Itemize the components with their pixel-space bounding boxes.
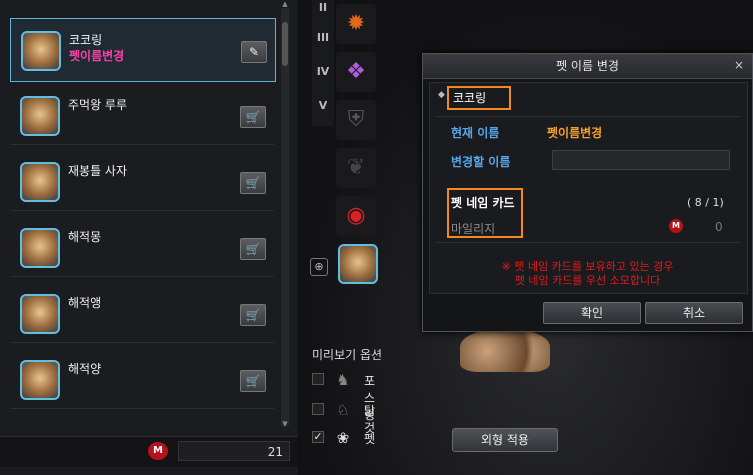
emblem-icon: ✹	[346, 11, 366, 36]
mileage-value: 0	[715, 220, 723, 234]
item-slot[interactable]: ⛨	[336, 100, 376, 140]
pet-name: 코코링	[69, 33, 103, 47]
pet-item[interactable]: 해적몽 🛒	[10, 216, 274, 277]
tier-tab[interactable]: V	[312, 94, 334, 118]
orb-icon: ◉	[346, 203, 366, 228]
cart-icon[interactable]: 🛒	[240, 106, 266, 128]
edit-icon[interactable]: ✎	[241, 41, 267, 63]
apply-appearance-button[interactable]: 외형 적용	[452, 428, 558, 452]
pet-thumbnail	[20, 360, 60, 400]
pet-thumbnail	[20, 228, 60, 268]
mount-icon: ♘	[336, 401, 350, 419]
shield-icon: ⛨	[347, 107, 365, 132]
pet-name: 해적몽	[68, 230, 102, 244]
mileage-icon: M	[148, 442, 168, 460]
new-name-input[interactable]	[552, 150, 730, 170]
tier-tab[interactable]: III	[312, 26, 334, 50]
item-slot[interactable]: ❖	[336, 52, 376, 92]
option-label: 펫	[364, 432, 376, 446]
checkbox-checked[interactable]: ✓	[312, 431, 324, 443]
pet-thumbnail	[20, 96, 60, 136]
pet-name: 해적양	[68, 362, 102, 376]
pet-name-card-count: ( 8 / 1)	[687, 196, 724, 209]
new-name-label: 변경할 이름	[451, 155, 511, 169]
divider	[435, 116, 741, 117]
pet-rename-label: 펫이름변경	[69, 49, 125, 63]
mileage-balance: 21	[178, 441, 290, 461]
pet-item[interactable]: 주먹왕 루루 🛒	[10, 84, 274, 145]
bullet-icon: ◆	[438, 90, 445, 100]
item-slot[interactable]: ❦	[336, 148, 376, 188]
pet-name: 해적앵	[68, 296, 102, 310]
confirm-button[interactable]: 확인	[543, 302, 641, 324]
pet-item[interactable]: 재봉틀 사자 🛒	[10, 150, 274, 211]
pet-name-tag: 코코링	[447, 86, 511, 110]
mileage-label: 마일리지	[451, 222, 496, 236]
dialog-title-bar: 펫 이름 변경 ×	[423, 54, 752, 79]
divider	[435, 242, 741, 243]
checkbox[interactable]	[312, 373, 324, 385]
selected-pet-slot[interactable]	[338, 244, 378, 284]
cart-icon[interactable]: 🛒	[240, 370, 266, 392]
paw-icon: ❀	[336, 429, 350, 447]
dialog-title: 펫 이름 변경	[556, 59, 619, 73]
pet-list-scrollbar[interactable]	[281, 8, 289, 426]
pet-item[interactable]: 해적앵 🛒	[10, 282, 274, 343]
tier-tab[interactable]: IV	[312, 60, 334, 84]
scroll-down-icon[interactable]: ▼	[281, 420, 289, 428]
pet-thumbnail	[20, 162, 60, 202]
pet-item[interactable]: 해적양 🛒	[10, 348, 274, 409]
item-slot[interactable]: ◉	[336, 196, 376, 236]
mileage-icon: M	[669, 219, 683, 233]
pet-name: 주먹왕 루루	[68, 98, 128, 112]
current-name-value: 펫이름변경	[547, 126, 603, 140]
pet-name-card-label: 펫 네임 카드	[451, 196, 515, 210]
figure-icon: ♞	[336, 371, 350, 389]
cart-icon[interactable]: 🛒	[240, 172, 266, 194]
preview-options-title: 미리보기 옵션	[312, 348, 383, 362]
gem-icon: ❖	[346, 59, 366, 84]
checkbox[interactable]	[312, 403, 324, 415]
tier-tab[interactable]: II	[312, 0, 334, 20]
pet-name: 재봉틀 사자	[68, 164, 128, 178]
zoom-icon[interactable]: ⊕	[310, 258, 328, 276]
cancel-button[interactable]: 취소	[645, 302, 743, 324]
pet-item-kokoring[interactable]: 코코링 펫이름변경 ✎	[10, 18, 276, 82]
pet-model-preview	[460, 330, 550, 372]
rename-pet-dialog: 펫 이름 변경 × ◆ 코코링 현재 이름 펫이름변경 변경할 이름 펫 네임 …	[422, 53, 753, 332]
notice-text: 펫 네임 카드를 우선 소모합니다	[514, 274, 661, 287]
pet-thumbnail	[21, 31, 61, 71]
cart-icon[interactable]: 🛒	[240, 238, 266, 260]
current-name-label: 현재 이름	[451, 126, 500, 140]
pet-thumbnail	[20, 294, 60, 334]
item-slot[interactable]: ✹	[336, 4, 376, 44]
cart-icon[interactable]: 🛒	[240, 304, 266, 326]
close-icon[interactable]: ×	[732, 58, 746, 72]
wings-icon: ❦	[346, 155, 366, 180]
pet-list: 코코링 펫이름변경 ✎ 주먹왕 루루 🛒 재봉틀 사자 🛒 해적몽 🛒 해적앵 …	[10, 8, 276, 428]
scrollbar-thumb[interactable]	[282, 22, 288, 66]
scroll-up-icon[interactable]: ▲	[281, 0, 289, 8]
